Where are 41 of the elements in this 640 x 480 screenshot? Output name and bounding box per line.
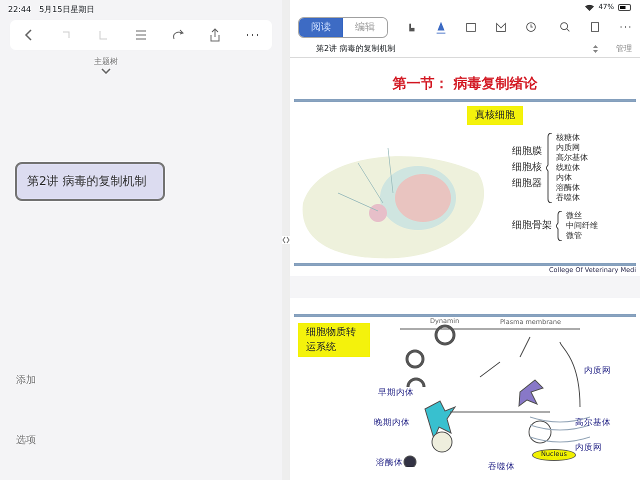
clock-time: 22:44 bbox=[8, 4, 32, 16]
manage-link[interactable]: 管理 bbox=[616, 42, 632, 54]
sub-item: 吞噬体 bbox=[556, 193, 581, 203]
sub-item: 中间纤维 bbox=[566, 221, 598, 231]
slide-title: 第一节： 病毒复制绪论 bbox=[392, 75, 538, 94]
brace-icon bbox=[556, 211, 562, 241]
battery-icon bbox=[618, 4, 632, 10]
brace-icon bbox=[546, 133, 552, 203]
side-label[interactable]: 添加 bbox=[16, 373, 282, 388]
collapse-label[interactable]: 主题树 bbox=[94, 56, 118, 68]
document-title: 第2讲 病毒的复制机制 bbox=[316, 42, 396, 54]
organelle-label: 早期内体 bbox=[378, 387, 414, 400]
mode-tab[interactable]: 阅读 bbox=[299, 18, 343, 36]
sort-icon[interactable] bbox=[593, 44, 598, 52]
organelle-label: 高尔基体 bbox=[575, 417, 611, 430]
chevron-down-icon[interactable] bbox=[101, 68, 111, 74]
organelle-label: 内质网 bbox=[584, 365, 611, 378]
sub-item: 微丝 bbox=[566, 211, 583, 221]
organelle-label: 吞噬体 bbox=[488, 461, 515, 474]
sub-item: 内质网 bbox=[556, 143, 581, 153]
list-item: 细胞核 bbox=[512, 160, 542, 175]
topic-node[interactable]: 第2讲 病毒的复制机制 bbox=[15, 162, 165, 201]
list-item: 细胞膜 bbox=[512, 144, 542, 159]
sub-item: 线粒体 bbox=[556, 163, 581, 173]
resize-handle-icon[interactable] bbox=[282, 236, 290, 244]
organelle-label: 晚期内体 bbox=[374, 417, 410, 430]
list-item: 细胞器 bbox=[512, 177, 542, 191]
sub-item: 溶酶体 bbox=[556, 183, 581, 193]
highlight-label: 细胞物质转运系统 bbox=[298, 323, 370, 357]
list-item: 细胞骨架 bbox=[512, 218, 552, 233]
sub-item: 高尔基体 bbox=[556, 153, 588, 163]
sub-item: 内体 bbox=[556, 173, 573, 183]
organelle-label: 内质网 bbox=[575, 442, 602, 455]
organelle-label: 溶酶体 bbox=[376, 457, 403, 470]
wifi-icon bbox=[585, 4, 594, 10]
sub-item: 微管 bbox=[566, 231, 583, 241]
bookmark-icon[interactable] bbox=[588, 19, 602, 35]
side-label[interactable]: 选项 bbox=[16, 433, 282, 448]
date-text: 5月15日星期日 bbox=[39, 4, 94, 16]
sub-item: 核糖体 bbox=[556, 133, 581, 143]
highlight-label: 真核细胞 bbox=[467, 106, 523, 125]
